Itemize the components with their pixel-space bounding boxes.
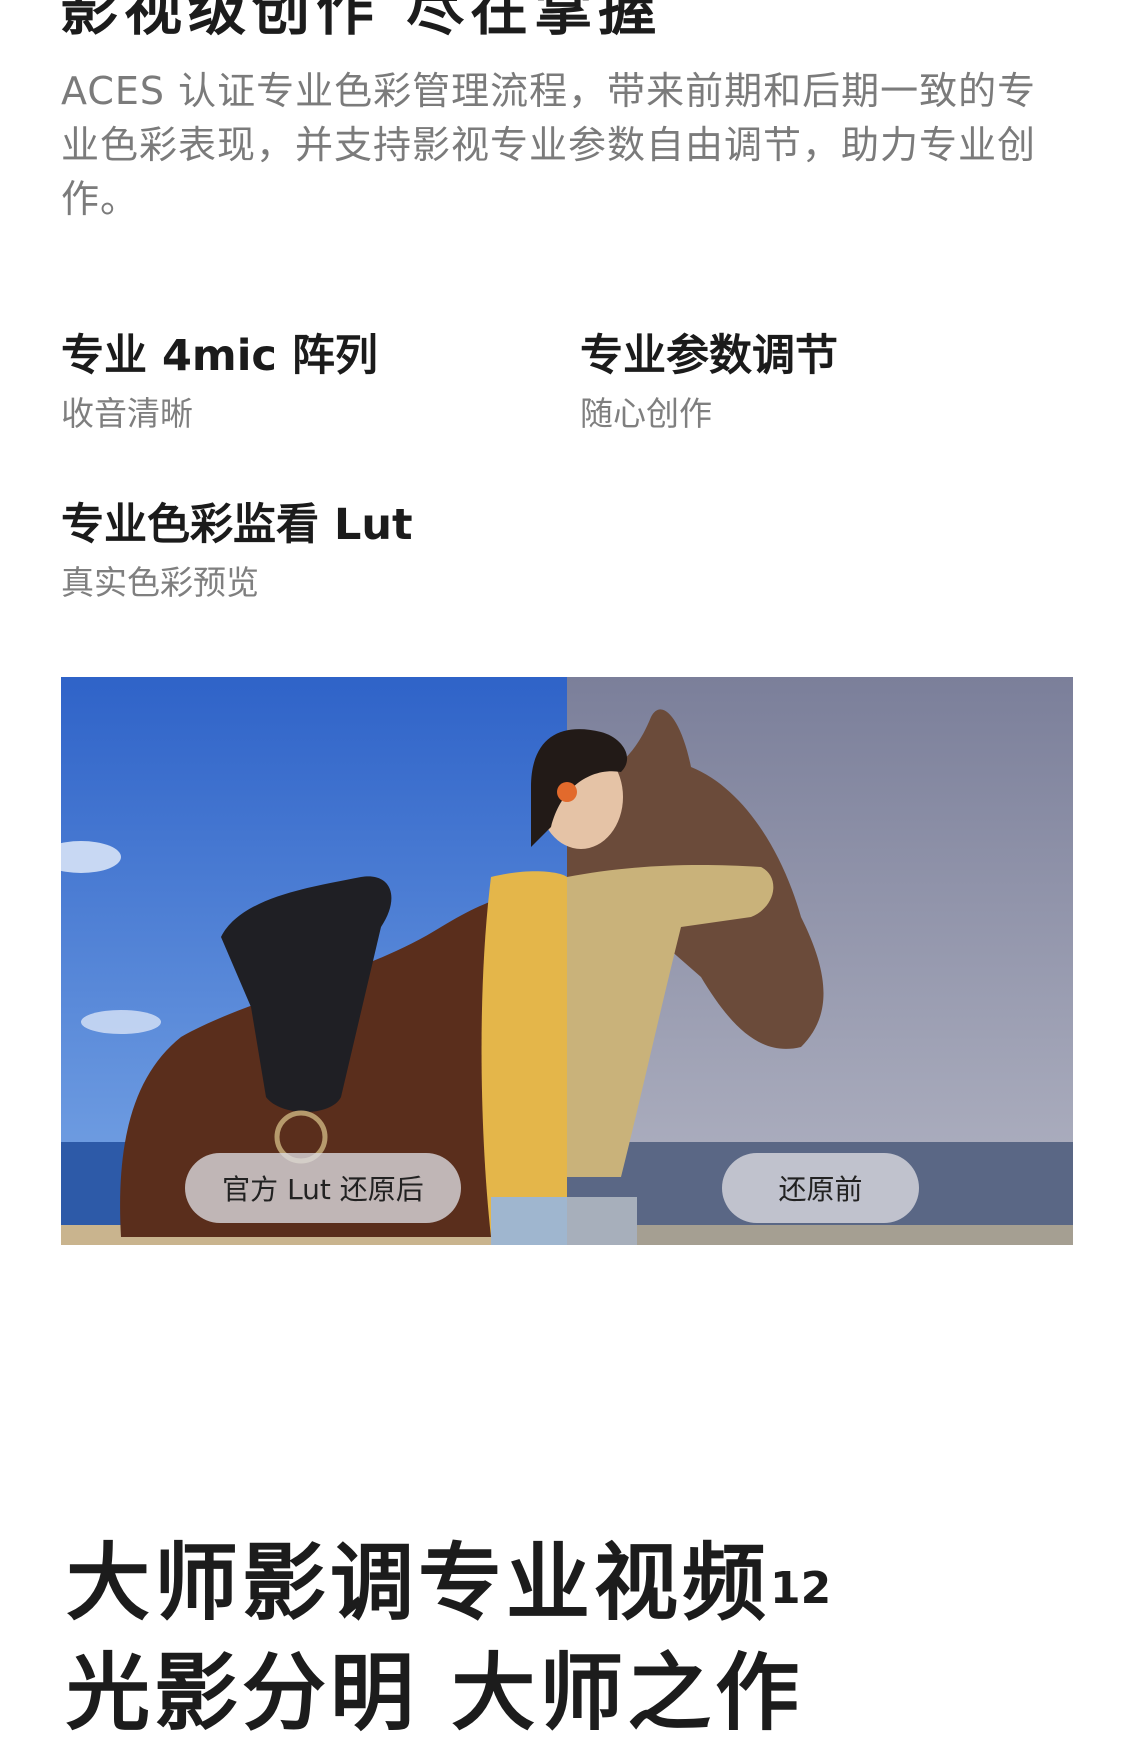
master-tone-heading: 大师影调专业视频12 光影分明 大师之作 [66, 1528, 831, 1748]
lut-before-tag: 还原前 [722, 1153, 919, 1223]
section-heading: 影视级创作 尽在掌握 [60, 0, 663, 43]
heading-line-2: 光影分明 大师之作 [66, 1644, 804, 1742]
feature-title: 专业参数调节 [580, 331, 838, 381]
feature-subtitle: 随心创作 [580, 394, 712, 433]
feature-subtitle: 收音清晰 [61, 394, 193, 433]
lut-comparison-image: 官方 Lut 还原后 还原前 [61, 677, 1073, 1245]
intro-paragraph: ACES 认证专业色彩管理流程，带来前期和后期一致的专业色彩表现，并支持影视专业… [61, 69, 1037, 221]
feature-color-lut: 专业色彩监看 Lut 真实色彩预览 [61, 497, 413, 603]
footnote-marker: 12 [770, 1563, 832, 1614]
heading-line-1: 大师影调专业视频12 [66, 1528, 831, 1638]
feature-mic-array: 专业 4mic 阵列 收音清晰 [61, 328, 378, 434]
heading-line-1-text: 大师影调专业视频 [66, 1534, 771, 1632]
feature-title: 专业色彩监看 Lut [61, 500, 413, 550]
lut-after-tag: 官方 Lut 还原后 [185, 1153, 461, 1223]
feature-title: 专业 4mic 阵列 [61, 331, 378, 381]
feature-pro-params: 专业参数调节 随心创作 [580, 328, 838, 434]
feature-subtitle: 真实色彩预览 [61, 563, 259, 602]
